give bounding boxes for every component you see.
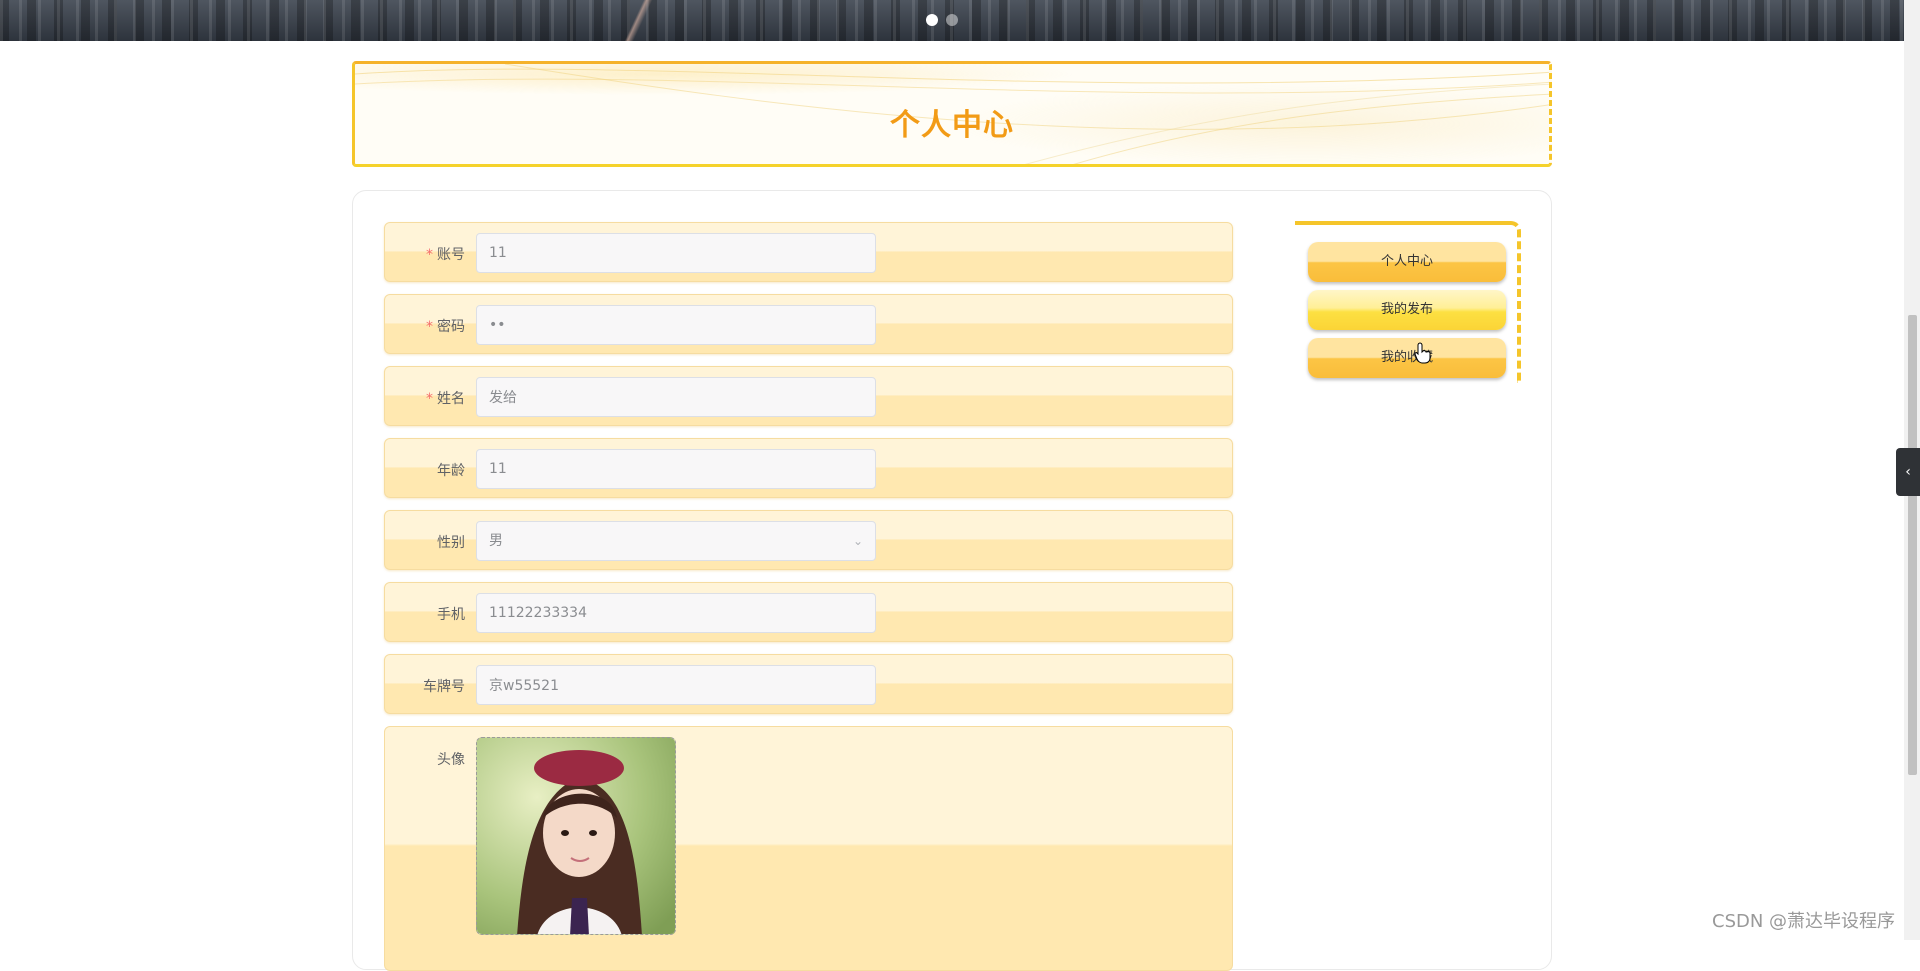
required-marker: * <box>426 247 433 263</box>
name-input[interactable] <box>476 377 876 417</box>
profile-card: *账号 *密码 *姓名 年龄 性别 男 ⌄ 手机 车牌号 头像 <box>352 190 1552 971</box>
field-label: * 密码 <box>426 319 465 335</box>
chevron-down-icon: ⌄ <box>852 534 863 548</box>
required-marker: * <box>426 319 433 335</box>
account-input[interactable] <box>476 233 876 273</box>
field-label: 车牌号 <box>423 679 465 695</box>
field-label: * 姓名 <box>426 391 465 407</box>
menu-item-my-posts[interactable]: 我的发布 <box>1308 290 1506 330</box>
required-marker: * <box>426 391 433 407</box>
field-label: 性别 <box>437 535 465 551</box>
watermark: CSDN @萧达毕设程序 <box>1712 911 1896 932</box>
form-row-name: * 姓名 <box>384 366 1233 426</box>
field-label: 年龄 <box>437 463 465 479</box>
gender-select[interactable]: 男 ⌄ <box>476 521 876 561</box>
field-label: 头像 <box>437 752 465 768</box>
form-row-account: * 账号 <box>384 222 1233 282</box>
page-title: 个人中心 <box>890 108 1014 143</box>
form-row-password: * 密码 <box>384 294 1233 354</box>
plate-number-input[interactable] <box>476 665 876 705</box>
phone-input[interactable] <box>476 593 876 633</box>
form-row-phone: 手机 <box>384 582 1233 642</box>
carousel-dot-1[interactable] <box>926 14 938 26</box>
password-input[interactable] <box>476 305 876 345</box>
form-row-avatar: 头像 <box>384 726 1233 971</box>
scrollbar-thumb[interactable] <box>1908 315 1917 775</box>
top-banner-carousel <box>0 0 1920 41</box>
menu-item-my-favorites[interactable]: 我的收藏 <box>1308 338 1506 378</box>
form-row-plate: 车牌号 <box>384 654 1233 714</box>
menu-item-profile[interactable]: 个人中心 <box>1308 242 1506 282</box>
avatar-image <box>477 738 675 934</box>
field-label: * 账号 <box>426 247 465 263</box>
carousel-dot-2[interactable] <box>946 14 958 26</box>
chevron-left-icon[interactable]: ‹ <box>1896 448 1920 496</box>
banner-decoration <box>620 0 660 41</box>
carousel-indicators <box>926 14 958 26</box>
field-label: 手机 <box>437 607 465 623</box>
age-input[interactable] <box>476 449 876 489</box>
page-title-panel: 个人中心 <box>352 61 1552 167</box>
side-menu: 个人中心 我的发布 我的收藏 <box>1295 221 1521 383</box>
form-row-gender: 性别 男 ⌄ <box>384 510 1233 570</box>
gender-select-value: 男 <box>489 533 503 549</box>
avatar-upload[interactable] <box>476 737 676 935</box>
form-row-age: 年龄 <box>384 438 1233 498</box>
hand-cursor-icon <box>1414 342 1431 364</box>
